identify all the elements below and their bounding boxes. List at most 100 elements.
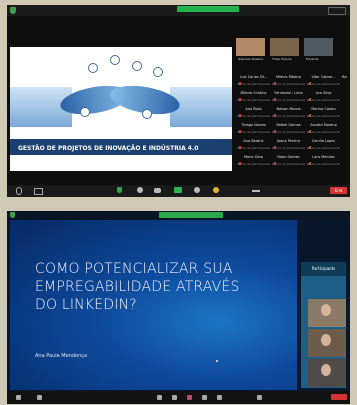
participant-tile[interactable]: Mario Silva Nome do participante bbox=[237, 155, 270, 169]
participant-name: Marina Castro bbox=[311, 107, 336, 111]
participant-name: Milena Ribeiro bbox=[276, 75, 301, 79]
shared-slide: GESTÃO DE PROJETOS DE INOVAÇÃO E INDÚSTR… bbox=[10, 47, 232, 171]
participant-tile[interactable]: Milena Cristina Nome do participante bbox=[237, 91, 270, 105]
participant-name: Rafael Gomes bbox=[276, 123, 301, 127]
meeting-top-bar bbox=[7, 5, 350, 16]
participant-tile[interactable]: Leo Silva Nome do participante bbox=[307, 91, 340, 105]
chart-icon bbox=[132, 61, 142, 71]
participant-tile[interactable]: Lara Mendes Nome do participante bbox=[307, 155, 340, 169]
participant-tile[interactable]: Fabio Gomes Nome do participante bbox=[272, 155, 305, 169]
more-icon[interactable] bbox=[257, 395, 262, 400]
participant-video[interactable] bbox=[308, 359, 346, 387]
participant-sub: Nome do participante bbox=[237, 114, 270, 118]
shared-slide: COMO POTENCIALIZAR SUA EMPREGABILIDADE A… bbox=[10, 220, 297, 390]
participant-name: Joana Pereira bbox=[276, 139, 300, 143]
participant-video[interactable] bbox=[308, 299, 346, 327]
reactions-icon[interactable] bbox=[217, 395, 222, 400]
video-camera-icon[interactable] bbox=[37, 395, 42, 400]
participant-video[interactable] bbox=[308, 329, 346, 357]
participant-tile[interactable]: Milena Ribeiro Nome do participante bbox=[272, 75, 305, 89]
participant-face bbox=[321, 304, 331, 316]
record-icon[interactable] bbox=[202, 395, 207, 400]
video-name-label: Eduardo bbox=[306, 57, 319, 61]
participant-name: Milena Cristina bbox=[240, 91, 267, 95]
city-skyline-right bbox=[170, 87, 232, 127]
participant-name: Fernanda - Lima bbox=[274, 91, 303, 95]
participants-icon[interactable] bbox=[157, 395, 162, 400]
view-toggle-button[interactable] bbox=[328, 7, 346, 15]
slide-bottom-stripe bbox=[10, 155, 232, 171]
participant-tile[interactable]: Fernanda - Lima Nome do participante bbox=[272, 91, 305, 105]
participant-tile[interactable]: Ana Rosa Nome do participante bbox=[237, 107, 270, 121]
participant-face bbox=[321, 364, 331, 376]
share-screen-icon[interactable] bbox=[187, 395, 192, 400]
zoom-meeting-screenshot-1: GESTÃO DE PROJETOS DE INOVAÇÃO E INDÚSTR… bbox=[7, 5, 350, 197]
participant-name: Ana Rosa bbox=[245, 107, 262, 111]
chat-icon[interactable] bbox=[172, 395, 177, 400]
screen-share-banner[interactable] bbox=[177, 6, 239, 12]
participant-sub: Nome do participante bbox=[307, 162, 340, 166]
participant-sub: Nome do participante bbox=[237, 82, 270, 86]
participant-name: Rafael Souza bbox=[342, 75, 347, 79]
participant-sub: Nome do participante bbox=[272, 98, 305, 102]
more-icon[interactable] bbox=[252, 190, 260, 192]
participant-video[interactable] bbox=[304, 38, 333, 56]
pointer-dot bbox=[216, 360, 218, 362]
participant-name: Fabio Gomes bbox=[277, 155, 300, 159]
panel-header: Participants bbox=[301, 262, 346, 276]
participant-name: Mario Silva bbox=[243, 155, 264, 159]
slide-author: Ana Paula Mendonça bbox=[35, 353, 88, 359]
participant-tile[interactable]: Camila Lopes Nome do participante bbox=[307, 139, 340, 153]
participant-sub: Nome do participante bbox=[237, 98, 270, 102]
end-meeting-button[interactable]: End bbox=[330, 187, 347, 194]
security-shield-icon[interactable] bbox=[10, 7, 16, 14]
participant-name: Camila Lopes bbox=[311, 139, 336, 143]
slide-title: COMO POTENCIALIZAR SUA EMPREGABILIDADE A… bbox=[35, 261, 240, 313]
meeting-controls-bar: End bbox=[7, 185, 350, 197]
security-shield-icon[interactable] bbox=[10, 212, 15, 218]
participant-tile[interactable]: Vitor Cabral... Nome do participante bbox=[307, 75, 340, 89]
reactions-icon[interactable] bbox=[213, 187, 219, 193]
participant-sub: Nome do participante bbox=[272, 82, 305, 86]
participant-video-panel: Participants bbox=[301, 262, 346, 388]
participant-tile[interactable]: Marina Castro Nome do participante bbox=[307, 107, 340, 121]
participant-name: Thiago Nalves bbox=[241, 123, 266, 127]
participant-tile[interactable]: Rafael Souza bbox=[342, 75, 347, 89]
lightbulb-icon bbox=[153, 67, 163, 77]
participants-icon[interactable] bbox=[137, 187, 143, 193]
microphone-icon[interactable] bbox=[16, 395, 21, 400]
gear-icon bbox=[88, 63, 98, 73]
participant-name: Nelson Moura bbox=[276, 107, 301, 111]
end-meeting-button[interactable] bbox=[331, 394, 347, 400]
meeting-top-bar bbox=[7, 211, 350, 220]
share-screen-icon[interactable] bbox=[174, 187, 182, 193]
participant-tile[interactable]: Rafael Gomes Nome do participante bbox=[272, 123, 305, 137]
participant-sub: Nome do participante bbox=[272, 146, 305, 150]
screen-share-banner[interactable] bbox=[159, 212, 223, 218]
participant-name: Vitor Cabral... bbox=[311, 75, 336, 79]
participant-sub: Nome do participante bbox=[307, 98, 340, 102]
participant-tile[interactable]: Nelson Moura Nome do participante bbox=[272, 107, 305, 121]
security-icon[interactable] bbox=[117, 187, 122, 193]
video-camera-icon[interactable] bbox=[34, 188, 43, 195]
participant-video[interactable] bbox=[270, 38, 299, 56]
participant-sub: Nome do participante bbox=[237, 130, 270, 134]
slide-title: GESTÃO DE PROJETOS DE INOVAÇÃO E INDÚSTR… bbox=[18, 145, 199, 152]
meeting-controls-bar bbox=[7, 391, 350, 404]
participant-video[interactable] bbox=[236, 38, 265, 56]
record-icon[interactable] bbox=[194, 187, 200, 193]
participant-tile[interactable]: Thiago Nalves Nome do participante bbox=[237, 123, 270, 137]
microphone-icon[interactable] bbox=[16, 187, 22, 195]
chat-icon[interactable] bbox=[154, 188, 161, 193]
participant-sub: Nome do participante bbox=[307, 114, 340, 118]
participant-tile[interactable]: Luiz Carlos Sil... Nome do participante bbox=[237, 75, 270, 89]
participant-name: Ana Beatriz bbox=[243, 139, 264, 143]
participant-sub: Nome do participante bbox=[237, 162, 270, 166]
participant-sub: Nome do participante bbox=[272, 162, 305, 166]
participant-tile[interactable]: Joana Pereira Nome do participante bbox=[272, 139, 305, 153]
participant-tile[interactable]: Ana Beatriz Nome do participante bbox=[237, 139, 270, 153]
participant-sub: Nome do participante bbox=[307, 146, 340, 150]
participant-name: Lara Mendes bbox=[312, 155, 335, 159]
participant-tile[interactable]: Sandra Moreno Nome do participante bbox=[307, 123, 340, 137]
robot-icon bbox=[142, 109, 152, 119]
